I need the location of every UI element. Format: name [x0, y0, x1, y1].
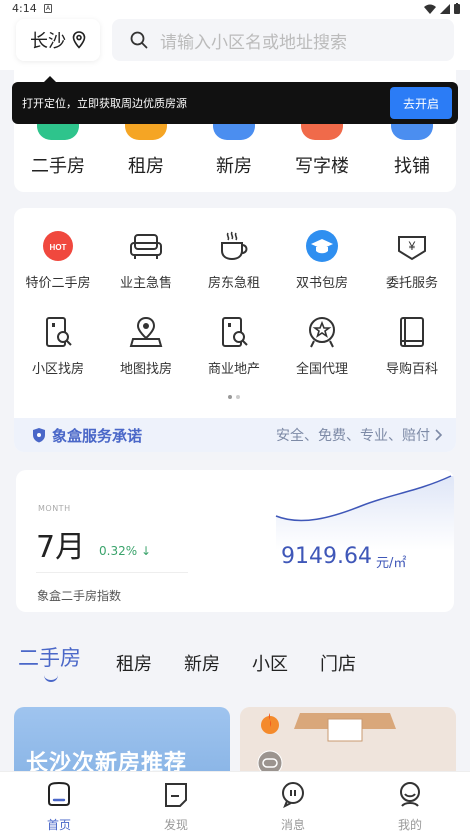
status-icons — [424, 3, 460, 14]
search-placeholder: 请输入小区名或地址搜索 — [160, 32, 347, 53]
month-caption: MONTH — [38, 504, 71, 513]
search-icon — [130, 31, 148, 49]
bottom-nav: 首页 发现 消息 我的 — [0, 771, 470, 835]
graduation-cap-icon — [304, 228, 340, 264]
service-label: 房东急租 — [207, 276, 260, 291]
feed-banner-left[interactable]: 长沙次新房推荐 — [14, 707, 230, 777]
city-selector[interactable]: 长沙 — [16, 19, 100, 61]
service-owner-urgent-sale[interactable]: 业主急售 — [102, 228, 190, 291]
listing-photo — [240, 707, 456, 777]
nav-messages[interactable]: 消息 — [263, 780, 323, 833]
nav-label: 首页 — [46, 818, 71, 832]
message-icon — [282, 782, 304, 809]
battery-icon — [454, 3, 460, 14]
search-input[interactable]: 请输入小区名或地址搜索 — [112, 19, 454, 61]
cup-icon — [216, 228, 252, 264]
nav-label: 发现 — [163, 818, 188, 832]
service-commercial[interactable]: 商业地产 — [190, 314, 278, 377]
service-guide[interactable]: 导购百科 — [368, 314, 456, 377]
category-label: 租房 — [128, 156, 164, 177]
page-dot-active — [228, 395, 232, 399]
page-indicator — [228, 395, 240, 399]
index-change-value: 0.32% — [99, 544, 138, 558]
service-national-agent[interactable]: 全国代理 — [278, 314, 366, 377]
index-month: 7月 — [36, 530, 86, 565]
promise-title: 象盒服务承诺 — [52, 426, 143, 445]
map-pin-icon — [128, 314, 164, 350]
index-name: 象盒二手房指数 — [37, 589, 122, 603]
divider — [36, 572, 188, 573]
service-label: 特价二手房 — [25, 276, 91, 291]
feed-tabs: 二手房 租房 新房 小区 门店 — [18, 640, 458, 684]
page-dot — [236, 395, 240, 399]
category-label: 找铺 — [394, 156, 430, 177]
service-discount-second-hand[interactable]: HOT 特价二手房 — [14, 228, 102, 291]
promise-subtitle-text: 安全、免费、专业、赔付 — [276, 428, 430, 444]
service-label: 导购百科 — [385, 362, 438, 377]
location-pin-icon — [72, 31, 86, 49]
promise-subtitle: 安全、免费、专业、赔付 — [276, 425, 442, 445]
nav-discover[interactable]: 发现 — [146, 780, 206, 833]
index-price: 9149.64 — [281, 544, 372, 569]
feed-card-right[interactable] — [240, 707, 456, 777]
tab-community[interactable]: 小区 — [252, 650, 288, 676]
header: 长沙 请输入小区名或地址搜索 — [0, 18, 470, 70]
status-time: 4:14 — [12, 2, 37, 15]
service-label: 双书包房 — [295, 276, 348, 291]
service-label: 全国代理 — [295, 362, 348, 377]
index-change: 0.32% ↓ — [99, 544, 151, 558]
status-bar: 4:14 A — [0, 0, 470, 18]
service-label: 地图找房 — [119, 362, 172, 377]
svg-text:¥: ¥ — [408, 239, 416, 253]
svg-text:HOT: HOT — [50, 243, 67, 252]
book-icon — [394, 314, 430, 350]
active-tab-indicator — [44, 674, 58, 682]
discover-icon — [165, 783, 187, 807]
service-label: 业主急售 — [119, 276, 172, 291]
service-promise-bar[interactable]: 象盒服务承诺 安全、免费、专业、赔付 — [14, 418, 456, 452]
profile-icon — [400, 782, 420, 807]
tab-second-hand[interactable]: 二手房 — [18, 642, 81, 672]
hot-icon: HOT — [40, 228, 76, 264]
tab-new-house[interactable]: 新房 — [184, 650, 220, 676]
service-map-search[interactable]: 地图找房 — [102, 314, 190, 377]
service-label: 商业地产 — [207, 362, 260, 377]
shield-icon — [33, 428, 45, 443]
location-tip-message: 打开定位，立即获取周边优质房源 — [22, 97, 187, 110]
tab-store[interactable]: 门店 — [320, 650, 356, 676]
badge-star-icon — [304, 314, 340, 350]
chevron-right-icon — [435, 429, 442, 441]
arrow-down-icon: ↓ — [140, 544, 152, 558]
sofa-icon — [128, 228, 164, 264]
commercial-search-icon — [216, 314, 252, 350]
price-trend-chart — [275, 475, 454, 550]
price-index-card[interactable]: MONTH 7月 0.32% ↓ 象盒二手房指数 9149.64 元/㎡ — [16, 470, 454, 612]
location-permission-tip: 打开定位，立即获取周边优质房源 去开启 — [12, 76, 458, 124]
wifi-icon — [424, 4, 436, 14]
building-search-icon — [40, 314, 76, 350]
nav-home[interactable]: 首页 — [29, 780, 89, 833]
nav-profile[interactable]: 我的 — [380, 780, 440, 833]
yen-tag-icon: ¥ — [394, 228, 430, 264]
service-landlord-urgent-rent[interactable]: 房东急租 — [190, 228, 278, 291]
nav-label: 我的 — [397, 818, 422, 832]
service-community-search[interactable]: 小区找房 — [14, 314, 102, 377]
enable-location-button[interactable]: 去开启 — [390, 87, 452, 119]
services-card: HOT 特价二手房 业主急售 房东急租 双书包房 ¥ 委托服务 小区找房 地图找… — [14, 208, 456, 452]
service-label: 委托服务 — [385, 276, 438, 291]
service-entrust[interactable]: ¥ 委托服务 — [368, 228, 456, 291]
category-label: 写字楼 — [295, 156, 349, 177]
service-school-district[interactable]: 双书包房 — [278, 228, 366, 291]
city-label: 长沙 — [30, 31, 66, 52]
signal-icon — [440, 3, 450, 14]
tab-rent[interactable]: 租房 — [116, 650, 152, 676]
category-label: 二手房 — [31, 156, 85, 177]
category-label: 新房 — [216, 156, 252, 177]
nav-label: 消息 — [280, 818, 305, 832]
service-label: 小区找房 — [31, 362, 84, 377]
index-price-unit: 元/㎡ — [376, 556, 407, 571]
home-icon — [48, 781, 70, 806]
notification-icon: A — [44, 4, 52, 13]
